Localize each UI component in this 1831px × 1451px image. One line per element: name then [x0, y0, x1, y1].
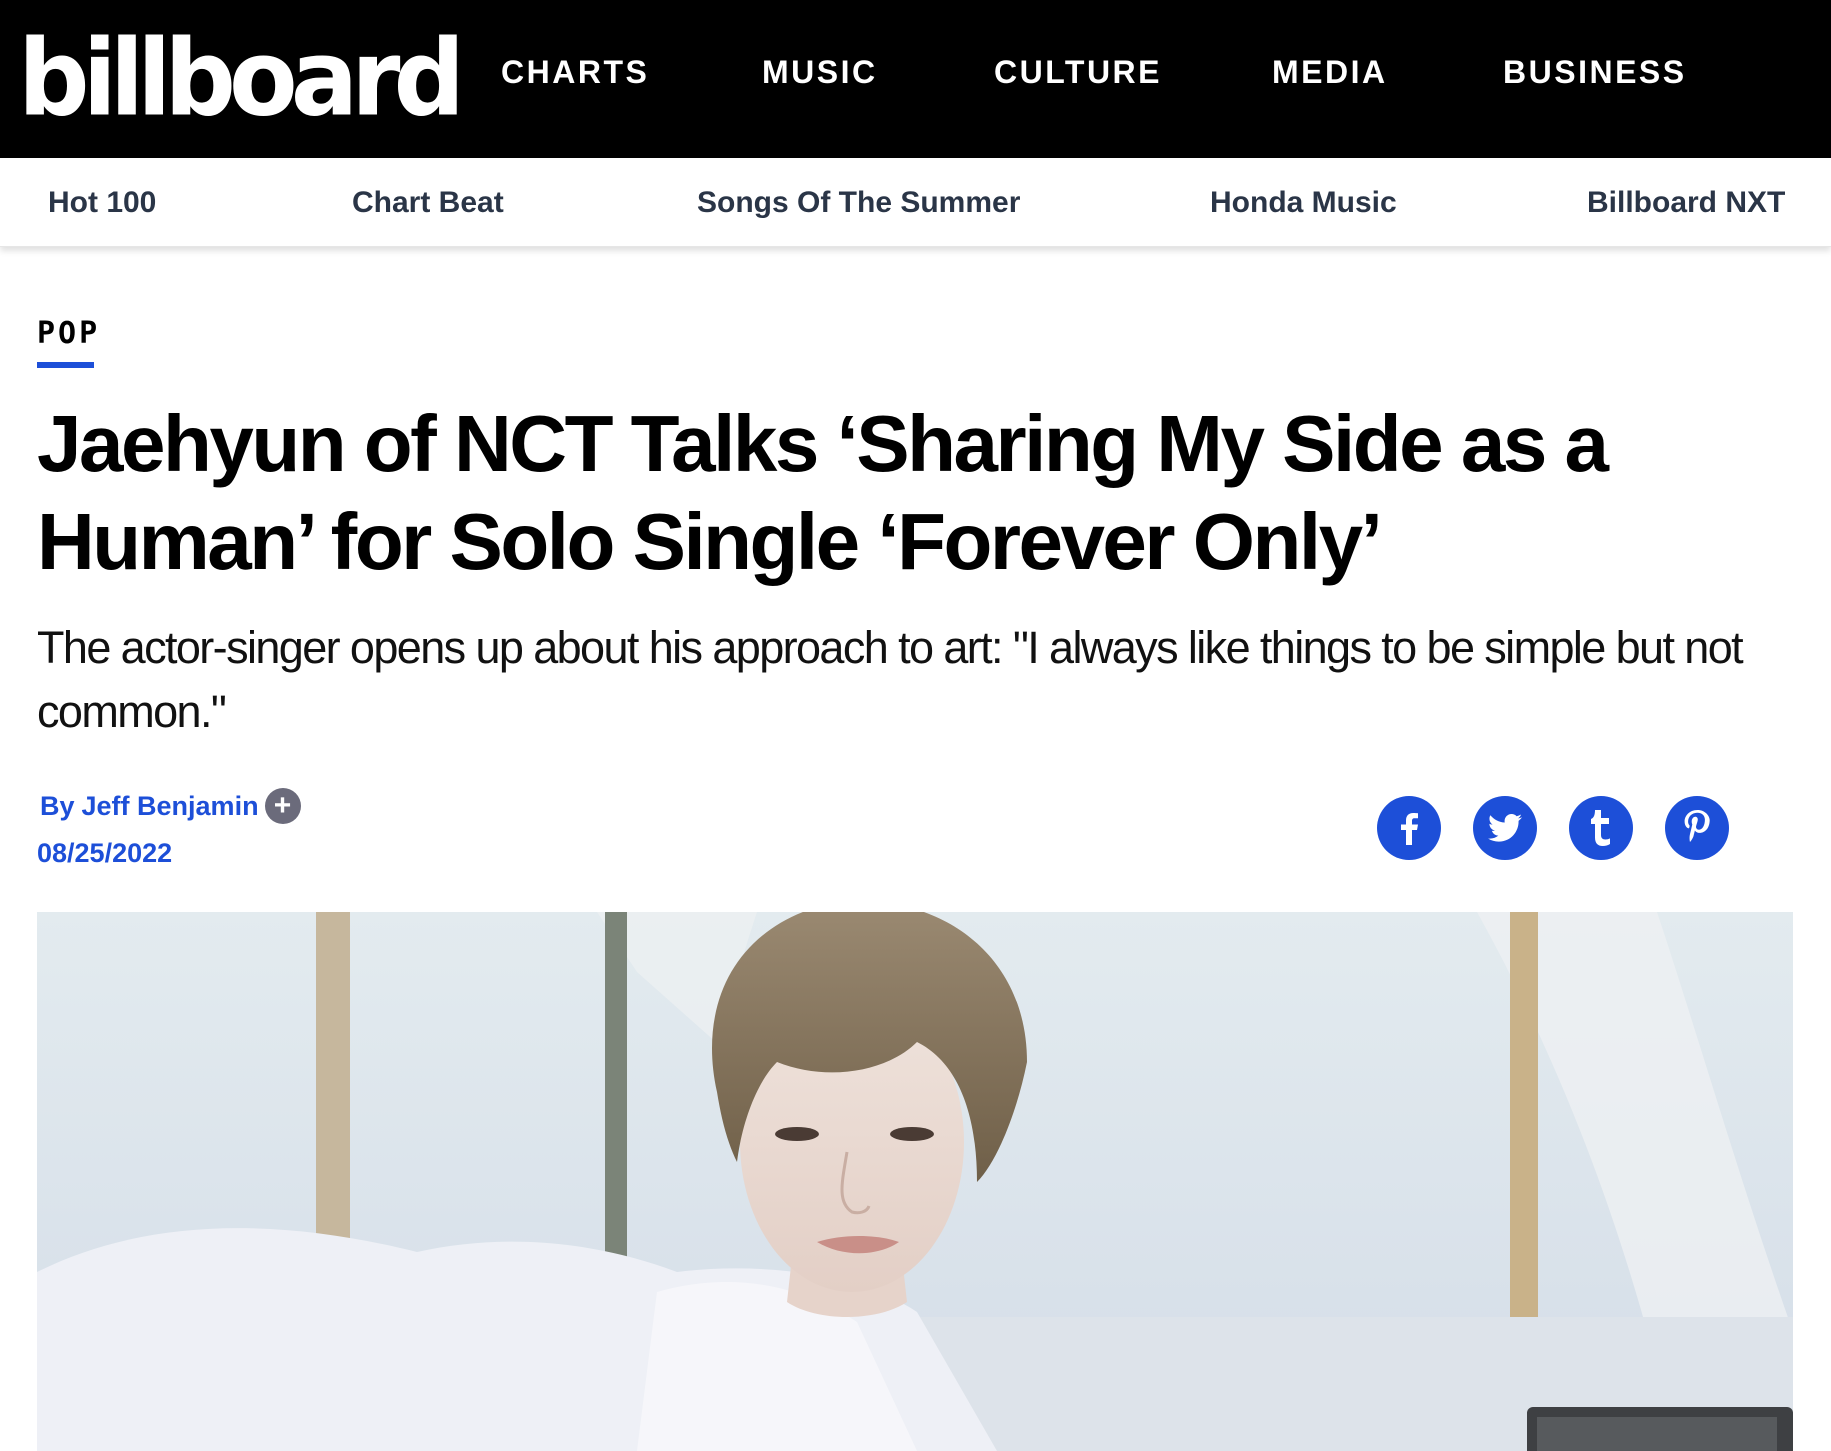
subnav-item-honda-music[interactable]: Honda Music	[1210, 184, 1397, 222]
follow-author-plus-icon[interactable]: +	[264, 788, 301, 824]
nav-item-culture[interactable]: CULTURE	[994, 52, 1162, 92]
hero-image	[37, 912, 1793, 1451]
share-tumblr-button[interactable]	[1569, 796, 1633, 860]
nav-item-charts[interactable]: CHARTS	[501, 52, 649, 92]
nav-item-music[interactable]: MUSIC	[762, 52, 878, 92]
share-twitter-button[interactable]	[1473, 796, 1537, 860]
byline: By Jeff Benjamin +	[40, 786, 301, 826]
nav-item-media[interactable]: MEDIA	[1272, 52, 1388, 92]
byline-prefix: By	[40, 791, 75, 821]
pinterest-icon	[1684, 810, 1710, 842]
article-dek: The actor-singer opens up about his appr…	[37, 622, 1744, 737]
secondary-nav: Hot 100 Chart Beat Songs Of The Summer H…	[0, 158, 1831, 247]
subnav-item-chart-beat[interactable]: Chart Beat	[352, 184, 504, 222]
subnav-item-billboard-nxt[interactable]: Billboard NXT	[1587, 184, 1785, 222]
share-pinterest-button[interactable]	[1665, 796, 1729, 860]
subnav-item-songs-of-the-summer[interactable]: Songs Of The Summer	[697, 184, 1020, 222]
facebook-icon	[1401, 813, 1418, 845]
category-link[interactable]: POP	[37, 316, 100, 352]
category-underline	[37, 362, 94, 368]
share-facebook-button[interactable]	[1377, 796, 1441, 860]
author-link[interactable]: Jeff Benjamin	[82, 786, 259, 826]
article-headline: Jaehyun of NCT Talks ‘Sharing My Side as…	[37, 399, 1609, 586]
subnav-item-hot-100[interactable]: Hot 100	[48, 184, 156, 222]
publish-date: 08/25/2022	[37, 838, 173, 868]
tumblr-icon	[1591, 810, 1610, 846]
site-header: billboard CHARTS MUSIC CULTURE MEDIA BUS…	[0, 0, 1831, 158]
hero-photo-illustration	[37, 912, 1793, 1451]
main-nav: CHARTS MUSIC CULTURE MEDIA BUSINESS	[0, 0, 1831, 144]
twitter-icon	[1488, 814, 1522, 842]
nav-item-business[interactable]: BUSINESS	[1503, 52, 1687, 92]
